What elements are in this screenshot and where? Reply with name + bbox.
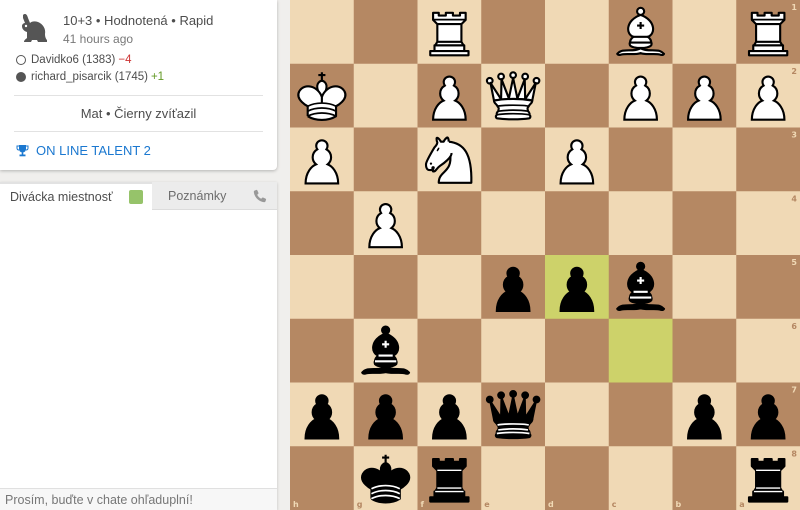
square-g1[interactable] <box>353 0 418 65</box>
square-g3[interactable] <box>353 127 418 192</box>
square-d6[interactable] <box>545 318 610 383</box>
game-result: Mat • Čierny zvíťazil <box>80 106 197 121</box>
rank-label: 1 <box>791 3 797 12</box>
square-h4[interactable] <box>290 191 355 256</box>
square-e8[interactable] <box>481 446 546 510</box>
rank-label: 5 <box>791 258 797 267</box>
player-black-rating-diff: +1 <box>150 71 165 83</box>
file-label: f <box>421 500 425 509</box>
player-black[interactable]: richard_pisarcik (1745) +1 <box>16 71 164 83</box>
square-f4[interactable] <box>417 191 482 256</box>
left-panel: 10+3 • Hodnotená • Rapid 41 hours ago Da… <box>0 0 277 510</box>
square-e4[interactable] <box>481 191 546 256</box>
tournament-link[interactable]: ON LINE TALENT 2 <box>16 143 151 158</box>
file-label: a <box>739 500 744 509</box>
square-g2[interactable] <box>353 63 418 128</box>
player-black-name[interactable]: richard_pisarcik (1745) <box>31 71 148 83</box>
chat-input-placeholder: Prosím, buďte v chate ohľaduplní! <box>5 492 193 507</box>
chat-messages <box>0 210 277 488</box>
player-white-name[interactable]: Davidko6 (1383) <box>31 54 115 66</box>
square-c8[interactable] <box>608 446 673 510</box>
square-b4[interactable] <box>672 191 737 256</box>
file-label: g <box>357 500 363 509</box>
tournament-name[interactable]: ON LINE TALENT 2 <box>36 143 151 158</box>
square-h8[interactable] <box>290 446 355 510</box>
file-label: b <box>676 500 682 509</box>
white-color-icon <box>16 55 26 65</box>
square-e1[interactable] <box>481 0 546 65</box>
rank-label: 2 <box>791 67 797 76</box>
phone-icon[interactable] <box>253 189 267 203</box>
square-d8[interactable] <box>545 446 610 510</box>
rank-label: 7 <box>791 386 797 395</box>
divider <box>14 131 263 132</box>
trophy-icon <box>16 145 29 157</box>
square-c3[interactable] <box>608 127 673 192</box>
square-b5[interactable] <box>672 255 737 320</box>
black-color-icon <box>16 72 26 82</box>
square-h6[interactable] <box>290 318 355 383</box>
square-g5[interactable] <box>353 255 418 320</box>
square-d1[interactable] <box>545 0 610 65</box>
rapid-rabbit-icon <box>22 14 47 42</box>
game-info-panel: 10+3 • Hodnotená • Rapid 41 hours ago Da… <box>0 0 277 170</box>
square-d2[interactable] <box>545 63 610 128</box>
square-b1[interactable] <box>672 0 737 65</box>
square-h5[interactable] <box>290 255 355 320</box>
rank-label: 8 <box>791 449 797 458</box>
chess-board[interactable]: 1 2 3 4 5 6 7 8 h g f e d c b a <box>290 0 800 510</box>
square-d4[interactable] <box>545 191 610 256</box>
square-e6[interactable] <box>481 318 546 383</box>
square-b8[interactable] <box>672 446 737 510</box>
square-f6[interactable] <box>417 318 482 383</box>
tab-notes-label: Poznámky <box>168 188 227 203</box>
square-c4[interactable] <box>608 191 673 256</box>
square-d7[interactable] <box>545 382 610 447</box>
square-f5[interactable] <box>417 255 482 320</box>
player-white[interactable]: Davidko6 (1383) −4 <box>16 54 132 66</box>
chat-panel: Divácka miestnosť Poznámky Prosím, buďte… <box>0 182 277 510</box>
square-h1[interactable] <box>290 0 355 65</box>
tab-notes[interactable]: Poznámky <box>152 182 277 210</box>
game-time-ago: 41 hours ago <box>63 32 134 46</box>
rank-label: 4 <box>791 194 797 203</box>
chat-tabs: Divácka miestnosť Poznámky <box>0 182 277 210</box>
square-c6[interactable] <box>608 318 673 383</box>
chat-toggle[interactable] <box>128 190 143 204</box>
rank-label: 3 <box>791 131 797 140</box>
square-e3[interactable] <box>481 127 546 192</box>
square-b3[interactable] <box>672 127 737 192</box>
game-header: 10+3 • Hodnotená • Rapid 41 hours ago <box>14 10 269 50</box>
rank-label: 6 <box>791 322 797 331</box>
game-speed-label: 10+3 • Hodnotená • Rapid <box>63 13 214 28</box>
square-c7[interactable] <box>608 382 673 447</box>
divider <box>14 95 263 96</box>
tab-spectator-room-label: Divácka miestnosť <box>10 190 113 204</box>
chat-input[interactable]: Prosím, buďte v chate ohľaduplní! <box>0 488 277 510</box>
file-label: e <box>484 500 490 509</box>
player-white-rating-diff: −4 <box>118 54 132 66</box>
tab-spectator-room[interactable]: Divácka miestnosť <box>0 182 152 210</box>
square-b6[interactable] <box>672 318 737 383</box>
file-label: d <box>548 500 554 509</box>
board-svg[interactable]: 1 2 3 4 5 6 7 8 h g f e d c b a <box>290 0 800 510</box>
file-label: c <box>612 500 617 509</box>
file-label: h <box>293 500 299 509</box>
